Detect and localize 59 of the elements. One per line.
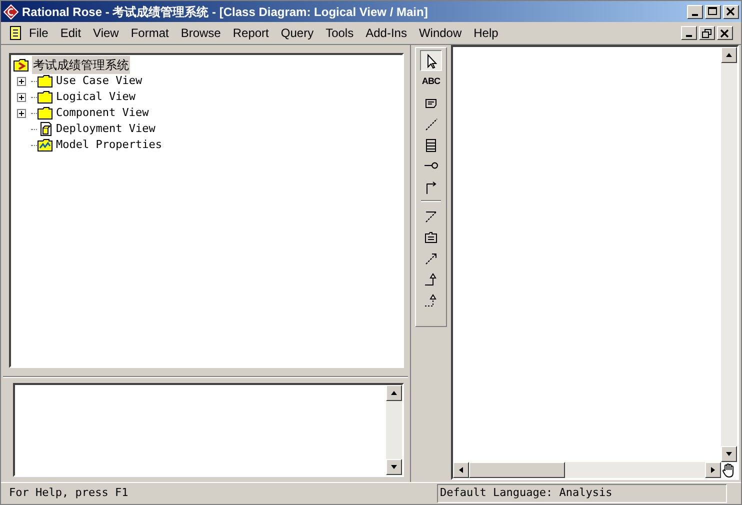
scroll-up-button[interactable] [721, 47, 737, 63]
scroll-down-button[interactable] [386, 459, 402, 475]
close-icon [720, 28, 730, 38]
scroll-thumb[interactable] [469, 462, 565, 478]
folder-icon [37, 138, 53, 152]
menu-item[interactable]: Tools [320, 24, 360, 42]
scroll-up-button[interactable] [386, 385, 402, 401]
expand-icon[interactable] [17, 76, 26, 86]
menu-item[interactable]: Help [468, 24, 504, 42]
scroll-down-button[interactable] [721, 446, 737, 462]
app-logo-icon [3, 4, 19, 20]
expand-icon[interactable] [17, 108, 26, 118]
close-icon [726, 7, 736, 16]
text-tool[interactable]: ABC [420, 71, 442, 92]
scroll-right-button[interactable] [705, 462, 721, 478]
expand-icon[interactable] [17, 92, 26, 102]
horizontal-scrollbar[interactable] [453, 462, 721, 478]
menu-item[interactable]: Window [412, 24, 468, 42]
tree-item[interactable]: Logical View [56, 88, 136, 106]
status-text: For Help, press F1 [8, 485, 130, 502]
tree-item[interactable]: Model Properties [56, 136, 162, 154]
model-icon [13, 58, 29, 72]
minimize-icon [692, 14, 698, 16]
tree-item[interactable]: Component View [56, 104, 149, 122]
minimize-button[interactable] [681, 26, 697, 40]
pointer-tool[interactable] [420, 50, 442, 71]
tree-item[interactable]: Use Case View [56, 72, 142, 90]
realization-icon [423, 292, 439, 308]
menu-item[interactable]: Add-Ins [360, 24, 413, 42]
document-icon [9, 25, 23, 41]
lollipop-icon [424, 162, 438, 169]
dashed-line-icon [423, 116, 439, 132]
vertical-scrollbar[interactable] [721, 47, 737, 462]
menu-item[interactable]: Report [226, 24, 275, 42]
restore-icon [702, 28, 712, 38]
maximize-icon [708, 7, 718, 16]
menu-item[interactable]: Format [124, 24, 175, 42]
minimize-icon [686, 35, 692, 37]
menu-item[interactable]: Browse [174, 24, 227, 42]
status-text: Default Language: Analysis [437, 484, 727, 503]
menu-item[interactable]: Edit [54, 24, 88, 42]
folder-icon [37, 90, 53, 104]
restore-button[interactable] [699, 26, 715, 40]
folder-icon [37, 74, 53, 88]
minimize-button[interactable] [687, 4, 703, 18]
tree-item[interactable]: Deployment View [56, 120, 156, 138]
tree-item[interactable]: 考试成绩管理系统 [32, 56, 130, 74]
folder-icon [37, 106, 53, 120]
menu-item[interactable]: File [23, 24, 54, 42]
close-button[interactable] [717, 26, 733, 40]
maximize-button[interactable] [705, 4, 721, 18]
window-title: Rational Rose - 考试成绩管理系统 - [Class Diagram: Logical View / Main] [22, 4, 428, 20]
menu-item[interactable]: Query [274, 24, 320, 42]
generalization-icon [423, 270, 439, 286]
close-button[interactable] [723, 4, 739, 18]
vertical-scrollbar[interactable] [386, 385, 402, 475]
class-icon [423, 136, 439, 152]
menu-item[interactable]: View [87, 24, 125, 42]
scroll-left-button[interactable] [453, 462, 469, 478]
